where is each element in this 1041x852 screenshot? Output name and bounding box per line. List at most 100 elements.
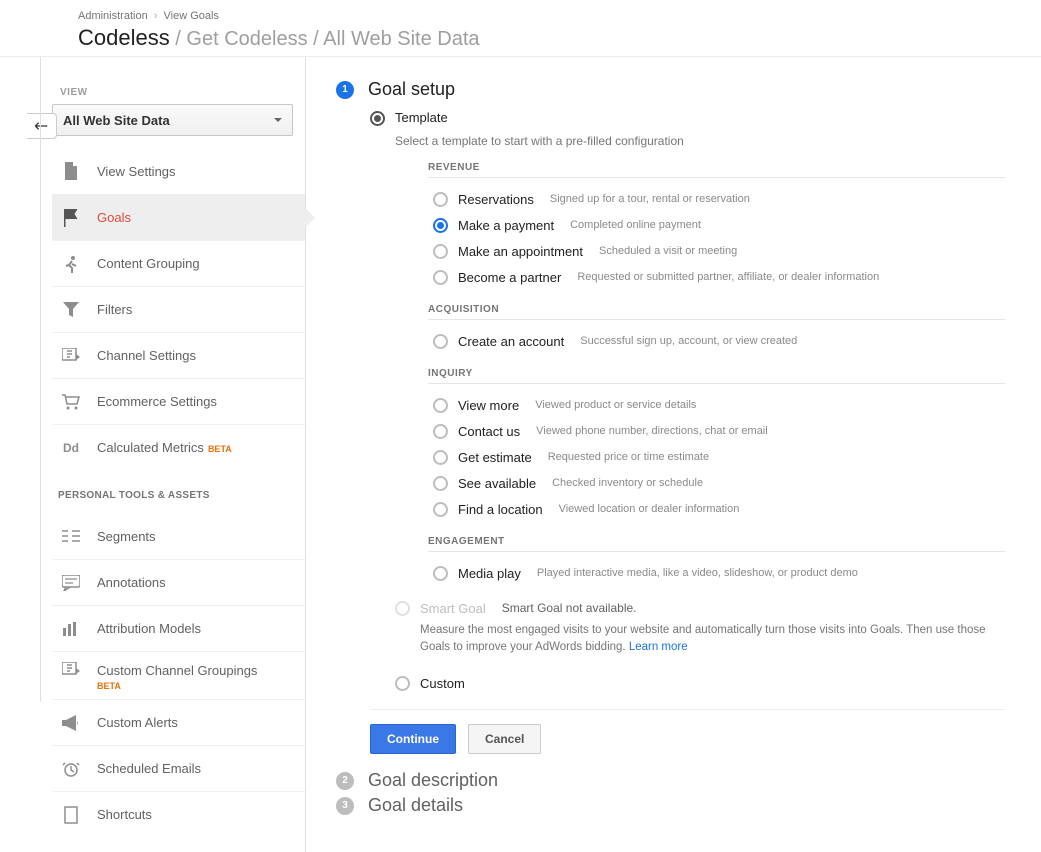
view-label: VIEW bbox=[52, 87, 305, 98]
template-see-available[interactable]: See availableChecked inventory or schedu… bbox=[433, 470, 1005, 496]
radio[interactable] bbox=[433, 424, 448, 439]
nav-content-grouping[interactable]: Content Grouping bbox=[52, 240, 305, 286]
nav-label: Segments bbox=[97, 529, 156, 544]
nav-label: Ecommerce Settings bbox=[97, 394, 217, 409]
template-categories: REVENUE ReservationsSigned up for a tour… bbox=[428, 162, 1005, 586]
template-reservations[interactable]: ReservationsSigned up for a tour, rental… bbox=[433, 186, 1005, 212]
document-icon bbox=[61, 805, 81, 825]
left-rail bbox=[0, 57, 52, 852]
template-become-partner[interactable]: Become a partnerRequested or submitted p… bbox=[433, 264, 1005, 290]
template-contact-us[interactable]: Contact usViewed phone number, direction… bbox=[433, 418, 1005, 444]
data-icon: Dd bbox=[61, 438, 81, 458]
radio[interactable] bbox=[433, 450, 448, 465]
smart-goal-label: Smart Goal bbox=[420, 601, 486, 616]
template-make-payment[interactable]: Make a paymentCompleted online payment bbox=[433, 212, 1005, 238]
breadcrumb-item[interactable]: View Goals bbox=[164, 10, 219, 22]
smart-goal-block: Smart Goal Smart Goal not available. Mea… bbox=[395, 600, 1005, 655]
personal-tools-label: PERSONAL TOOLS & ASSETS bbox=[58, 490, 305, 501]
beta-badge: BETA bbox=[208, 444, 232, 454]
cart-icon bbox=[61, 392, 81, 412]
content-area: 1 Goal setup Template Select a template … bbox=[306, 57, 1041, 852]
radio-custom[interactable] bbox=[395, 676, 410, 691]
nav-channel-settings[interactable]: Channel Settings bbox=[52, 332, 305, 378]
step-title: Goal description bbox=[368, 770, 498, 791]
nav-goals[interactable]: Goals bbox=[52, 194, 305, 240]
cancel-button[interactable]: Cancel bbox=[468, 724, 541, 754]
nav-custom-alerts[interactable]: Custom Alerts bbox=[52, 699, 305, 745]
funnel-icon bbox=[61, 300, 81, 320]
smart-goal-note: Smart Goal not available. bbox=[502, 601, 637, 615]
step-number: 2 bbox=[336, 772, 354, 790]
person-run-icon bbox=[61, 254, 81, 274]
nav-label: Goals bbox=[97, 210, 131, 225]
template-make-appointment[interactable]: Make an appointmentScheduled a visit or … bbox=[433, 238, 1005, 264]
nav-label: Channel Settings bbox=[97, 348, 196, 363]
radio[interactable] bbox=[433, 192, 448, 207]
nav-shortcuts[interactable]: Shortcuts bbox=[52, 791, 305, 837]
clock-icon bbox=[61, 759, 81, 779]
step-3-header[interactable]: 3 Goal details bbox=[336, 795, 1005, 816]
nav-attribution-models[interactable]: Attribution Models bbox=[52, 605, 305, 651]
nav-label: Annotations bbox=[97, 575, 166, 590]
view-nav: View Settings Goals Content Grouping Fil… bbox=[52, 148, 305, 470]
view-dropdown[interactable]: All Web Site Data bbox=[52, 104, 293, 136]
radio[interactable] bbox=[433, 502, 448, 517]
breadcrumb: Administration › View Goals bbox=[78, 10, 1041, 22]
nav-segments[interactable]: Segments bbox=[52, 513, 305, 559]
option-label: Custom bbox=[420, 676, 465, 691]
step-1-header: 1 Goal setup bbox=[336, 79, 1005, 100]
button-row: Continue Cancel bbox=[370, 709, 1005, 754]
dropdown-value: All Web Site Data bbox=[63, 113, 170, 128]
radio[interactable] bbox=[433, 244, 448, 259]
category-revenue: REVENUE bbox=[428, 162, 1005, 178]
continue-button[interactable]: Continue bbox=[370, 724, 456, 754]
profile-name: Get Codeless bbox=[186, 28, 307, 50]
category-engagement: ENGAGEMENT bbox=[428, 536, 1005, 552]
nav-ecommerce-settings[interactable]: Ecommerce Settings bbox=[52, 378, 305, 424]
nav-view-settings[interactable]: View Settings bbox=[52, 148, 305, 194]
nav-label: Custom Alerts bbox=[97, 715, 178, 730]
nav-label: View Settings bbox=[97, 164, 176, 179]
nav-annotations[interactable]: Annotations bbox=[52, 559, 305, 605]
template-media-play[interactable]: Media playPlayed interactive media, like… bbox=[433, 560, 1005, 586]
radio[interactable] bbox=[433, 566, 448, 581]
radio[interactable] bbox=[433, 270, 448, 285]
nav-custom-channel-groupings[interactable]: Custom Channel Groupings BETA bbox=[52, 651, 305, 699]
nav-filters[interactable]: Filters bbox=[52, 286, 305, 332]
nav-calculated-metrics[interactable]: Dd Calculated MetricsBETA bbox=[52, 424, 305, 470]
nav-label: Attribution Models bbox=[97, 621, 201, 636]
nav-label: Calculated MetricsBETA bbox=[97, 440, 232, 455]
speech-bubble-icon bbox=[61, 573, 81, 593]
nav-label: Custom Channel Groupings bbox=[97, 663, 257, 678]
nav-label: Filters bbox=[97, 302, 132, 317]
channel-icon bbox=[61, 346, 81, 366]
segments-icon bbox=[61, 526, 81, 546]
nav-label: Shortcuts bbox=[97, 807, 152, 822]
radio-template[interactable] bbox=[370, 111, 385, 126]
radio[interactable] bbox=[433, 218, 448, 233]
template-help: Select a template to start with a pre-fi… bbox=[395, 134, 1005, 148]
bars-icon bbox=[61, 619, 81, 639]
option-template[interactable]: Template bbox=[370, 110, 1005, 126]
breadcrumb-item[interactable]: Administration bbox=[78, 10, 148, 22]
template-view-more[interactable]: View moreViewed product or service detai… bbox=[433, 392, 1005, 418]
document-icon bbox=[61, 161, 81, 181]
megaphone-icon bbox=[61, 713, 81, 733]
smart-goal-text: Measure the most engaged visits to your … bbox=[420, 622, 1005, 655]
beta-badge: BETA bbox=[97, 681, 121, 691]
radio[interactable] bbox=[433, 398, 448, 413]
template-find-location[interactable]: Find a locationViewed location or dealer… bbox=[433, 496, 1005, 522]
flag-icon bbox=[61, 208, 81, 228]
page-title: Codeless / Get Codeless / All Web Site D… bbox=[78, 25, 1041, 51]
radio[interactable] bbox=[433, 476, 448, 491]
template-create-account[interactable]: Create an accountSuccessful sign up, acc… bbox=[433, 328, 1005, 354]
step-2-header[interactable]: 2 Goal description bbox=[336, 770, 1005, 791]
template-get-estimate[interactable]: Get estimateRequested price or time esti… bbox=[433, 444, 1005, 470]
option-custom[interactable]: Custom bbox=[395, 675, 1005, 691]
sidebar: VIEW All Web Site Data View Settings Goa… bbox=[52, 57, 306, 852]
learn-more-link[interactable]: Learn more bbox=[629, 641, 688, 653]
radio-smart-goal bbox=[395, 601, 410, 616]
radio[interactable] bbox=[433, 334, 448, 349]
category-acquisition: ACQUISITION bbox=[428, 304, 1005, 320]
nav-scheduled-emails[interactable]: Scheduled Emails bbox=[52, 745, 305, 791]
